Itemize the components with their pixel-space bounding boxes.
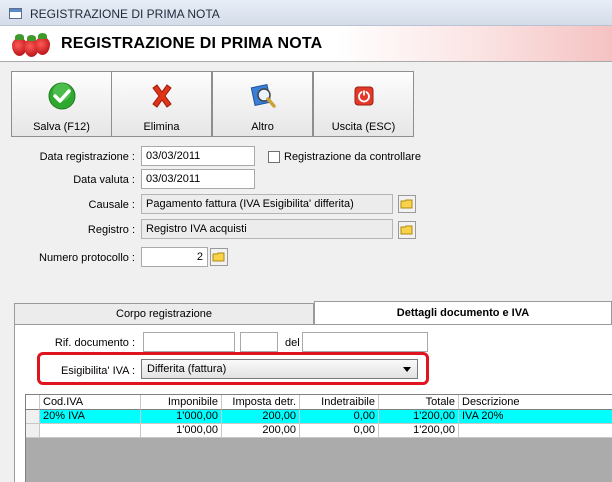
data-registrazione-label: Data registrazione : — [39, 151, 135, 163]
cell-indetraibile[interactable]: 0,00 — [300, 410, 379, 424]
numero-protocollo-field[interactable]: 2 — [141, 247, 208, 267]
registro-folder-icon[interactable] — [398, 221, 416, 239]
row-indicator — [26, 410, 40, 424]
delete-button[interactable]: Elimina — [111, 71, 212, 137]
data-registrazione-field[interactable]: 03/03/2011 — [141, 146, 255, 166]
del-date-field[interactable] — [302, 332, 428, 352]
col-header-descrizione[interactable]: Descrizione — [459, 395, 612, 410]
esigibilita-value: Differita (fattura) — [147, 363, 227, 375]
iva-grid: Cod.IVA Imponibile Imposta detr. Indetra… — [25, 394, 612, 482]
causale-label: Causale : — [88, 199, 135, 211]
registro-field[interactable]: Registro IVA acquisti — [141, 219, 393, 239]
red-x-icon — [152, 84, 172, 108]
grid-corner — [26, 395, 40, 410]
rif-documento-label: Rif. documento : — [54, 337, 135, 349]
rif-documento-field-2[interactable] — [240, 332, 278, 352]
save-button[interactable]: Salva (F12) — [11, 71, 112, 137]
col-header-cod-iva[interactable]: Cod.IVA — [40, 395, 141, 410]
data-valuta-label: Data valuta : — [73, 174, 135, 186]
col-header-indetraibile[interactable]: Indetraibile — [300, 395, 379, 410]
cell-descrizione[interactable] — [459, 424, 612, 438]
cell-cod-iva[interactable] — [40, 424, 141, 438]
col-header-totale[interactable]: Totale — [379, 395, 459, 410]
registro-label: Registro : — [87, 224, 135, 236]
tab-corpo-registrazione-label: Corpo registrazione — [116, 308, 212, 320]
numero-protocollo-label: Numero protocollo : — [39, 252, 135, 264]
window-icon — [9, 8, 22, 19]
magnifier-icon — [250, 83, 276, 108]
cell-indetraibile[interactable]: 0,00 — [300, 424, 379, 438]
col-header-imponibile[interactable]: Imponibile — [141, 395, 222, 410]
exit-button-label: Uscita (ESC) — [331, 121, 396, 133]
cell-totale[interactable]: 1'200,00 — [379, 410, 459, 424]
cell-imponibile[interactable]: 1'000,00 — [141, 410, 222, 424]
causale-folder-icon[interactable] — [398, 195, 416, 213]
power-icon — [354, 86, 374, 106]
other-button-label: Altro — [251, 121, 274, 133]
cell-totale[interactable]: 1'200,00 — [379, 424, 459, 438]
cell-imponibile[interactable]: 1'000,00 — [141, 424, 222, 438]
esigibilita-label: Esigibilita' IVA : — [60, 365, 135, 377]
tab-dettagli-documento-label: Dettagli documento e IVA — [396, 307, 530, 319]
cell-descrizione[interactable]: IVA 20% — [459, 410, 612, 424]
page-header: REGISTRAZIONE DI PRIMA NOTA — [0, 26, 612, 62]
delete-button-label: Elimina — [143, 121, 180, 133]
table-row[interactable]: 1'000,00 200,00 0,00 1'200,00 — [26, 424, 612, 438]
page-title: REGISTRAZIONE DI PRIMA NOTA — [61, 35, 323, 52]
toolbar: Salva (F12) Elimina Altro Uscita (ESC) — [11, 71, 414, 137]
col-header-imposta-detr[interactable]: Imposta detr. — [222, 395, 300, 410]
tab-corpo-registrazione[interactable]: Corpo registrazione — [14, 303, 314, 325]
save-button-label: Salva (F12) — [33, 121, 90, 133]
tab-strip: Corpo registrazione Dettagli documento e… — [14, 301, 612, 325]
exit-button[interactable]: Uscita (ESC) — [313, 71, 414, 137]
other-button[interactable]: Altro — [212, 71, 313, 137]
registrazione-da-controllare-label: Registrazione da controllare — [284, 151, 421, 163]
cell-cod-iva[interactable]: 20% IVA — [40, 410, 141, 424]
row-indicator — [26, 424, 40, 438]
table-row[interactable]: 20% IVA 1'000,00 200,00 0,00 1'200,00 IV… — [26, 410, 612, 424]
window-title: REGISTRAZIONE DI PRIMA NOTA — [30, 7, 220, 21]
chevron-down-icon — [403, 367, 411, 372]
green-check-icon — [48, 82, 76, 110]
esigibilita-select[interactable]: Differita (fattura) — [141, 359, 418, 379]
protocollo-folder-icon[interactable] — [210, 248, 228, 266]
data-valuta-field[interactable]: 03/03/2011 — [141, 169, 255, 189]
del-label: del — [285, 337, 300, 349]
registrazione-da-controllare-checkbox[interactable] — [268, 151, 280, 163]
tab-dettagli-documento[interactable]: Dettagli documento e IVA — [314, 301, 612, 325]
cell-imposta-detr[interactable]: 200,00 — [222, 410, 300, 424]
rif-documento-field-1[interactable] — [143, 332, 235, 352]
window-titlebar[interactable]: REGISTRAZIONE DI PRIMA NOTA — [0, 0, 612, 26]
causale-field[interactable]: Pagamento fattura (IVA Esigibilita' diff… — [141, 194, 393, 214]
cell-imposta-detr[interactable]: 200,00 — [222, 424, 300, 438]
